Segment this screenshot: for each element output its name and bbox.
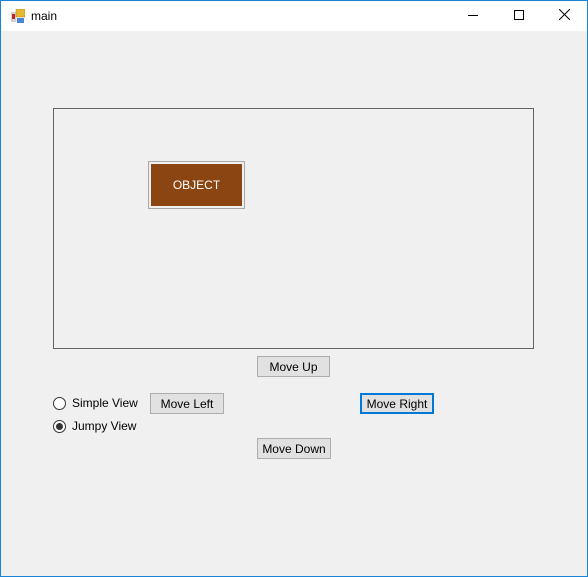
window-title: main (31, 9, 58, 23)
maximize-icon (514, 9, 524, 23)
main-window: main OBJECT Move Up Move Left Move Right… (0, 0, 588, 577)
jumpy-view-radio[interactable]: Jumpy View (53, 419, 136, 433)
close-icon (558, 8, 570, 23)
canvas-panel: OBJECT (53, 108, 534, 349)
move-left-button[interactable]: Move Left (150, 393, 224, 414)
move-up-button[interactable]: Move Up (257, 356, 330, 377)
minimize-icon (468, 9, 478, 23)
move-down-button[interactable]: Move Down (257, 438, 331, 459)
minimize-button[interactable] (450, 1, 496, 31)
radio-checked-icon[interactable] (53, 419, 66, 433)
movable-object[interactable]: OBJECT (148, 161, 245, 209)
move-right-button[interactable]: Move Right (360, 393, 434, 414)
simple-view-radio[interactable]: Simple View (53, 396, 138, 410)
simple-view-label: Simple View (72, 396, 138, 410)
object-label: OBJECT (151, 164, 242, 206)
title-bar[interactable]: main (1, 1, 587, 31)
maximize-button[interactable] (496, 1, 542, 31)
app-form-icon (11, 8, 26, 23)
radio-unchecked-icon[interactable] (53, 396, 66, 410)
close-button[interactable] (541, 1, 587, 31)
jumpy-view-label: Jumpy View (72, 419, 137, 433)
